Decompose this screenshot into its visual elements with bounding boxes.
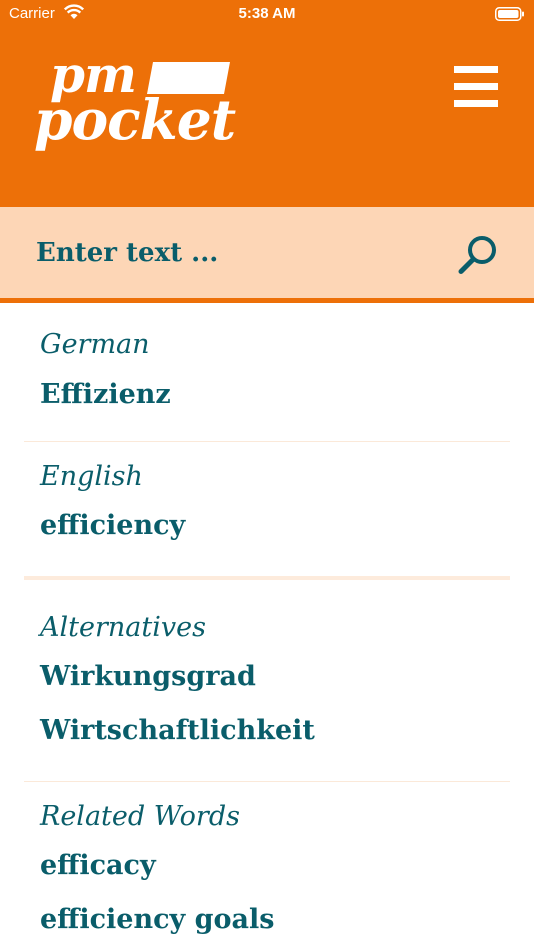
pm-pocket-logo: pm pocket	[34, 50, 236, 162]
related-words-label: Related Words	[40, 801, 240, 832]
alternative-item[interactable]: Wirkungsgrad	[40, 663, 256, 690]
alternatives-label: Alternatives	[40, 612, 206, 643]
english-label: English	[40, 461, 143, 492]
divider	[24, 441, 510, 442]
hamburger-menu-icon-bar	[454, 83, 498, 90]
menu-button[interactable]	[452, 66, 500, 108]
search-input[interactable]	[36, 229, 426, 277]
search-bar	[0, 207, 534, 303]
english-term[interactable]: efficiency	[40, 512, 185, 539]
related-word-item[interactable]: efficiency goals	[40, 906, 274, 933]
app-header: pm pocket	[0, 28, 534, 207]
alternative-item[interactable]: Wirtschaftlichkeit	[40, 717, 315, 744]
hamburger-menu-icon	[454, 66, 498, 73]
search-icon[interactable]	[456, 231, 502, 277]
german-term[interactable]: Effizienz	[40, 381, 171, 408]
status-time: 5:38 AM	[238, 5, 296, 22]
german-label: German	[40, 329, 150, 360]
battery-icon	[495, 7, 524, 21]
hamburger-menu-icon-bar	[454, 100, 498, 107]
section-divider	[24, 576, 510, 580]
divider	[24, 781, 510, 782]
logo-text-pocket: pocket	[34, 87, 236, 152]
related-word-item[interactable]: efficacy	[40, 852, 156, 879]
status-bar: Carrier 5:38 AM	[0, 0, 534, 28]
